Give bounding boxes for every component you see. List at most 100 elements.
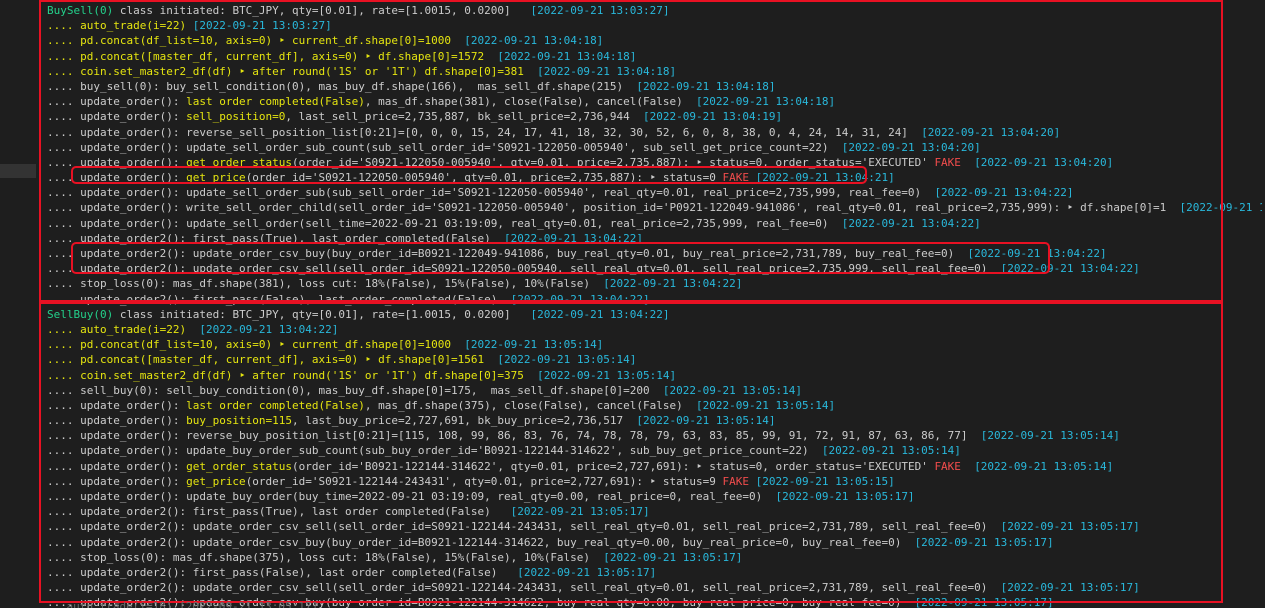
log-text: (order_id='B0921-122144-314622', qty=0.0…	[292, 459, 935, 473]
log-timestamp: [2022-09-21 13:04:22]	[199, 322, 339, 336]
log-line: .... update_order(): last order complete…	[47, 398, 1262, 413]
log-text: .... pd.concat(df_list=10, axis=0) ‣ cur…	[47, 338, 465, 352]
log-timestamp: [2022-09-21 13:04:22]	[1179, 201, 1262, 215]
log-text: .... update_order(): reverse_buy_positio…	[47, 429, 981, 443]
log-line: BuySell(0) class initiated: BTC_JPY, qty…	[47, 3, 1262, 18]
log-line: .... coin.set_master2_df(df) ‣ after rou…	[47, 64, 1262, 79]
log-timestamp: [2022-09-21 13:04:22]	[1000, 262, 1140, 276]
log-line: .... stop_loss(0): mas_df.shape(381), lo…	[47, 276, 1262, 291]
log-line: .... update_order(): write_sell_order_ch…	[47, 200, 1262, 215]
log-text: .... update_order():	[47, 95, 187, 109]
log-line: .... pd.concat(df_list=10, axis=0) ‣ cur…	[47, 337, 1262, 352]
log-timestamp: [2022-09-21 13:04:22]	[967, 247, 1107, 260]
log-timestamp: [2022-09-21 13:05:17]	[1000, 581, 1140, 595]
log-timestamp: [2022-09-21 13:04:22]	[603, 277, 743, 291]
log-text: BuySell(0)	[47, 4, 114, 17]
log-line: .... update_order(): update_sell_order_s…	[47, 140, 1262, 155]
log-text: , mas_df.shape(375), close(False), cance…	[364, 398, 697, 412]
log-line: .... update_order2(): update_order_csv_s…	[47, 580, 1262, 595]
log-timestamp: [2022-09-21 13:04:18]	[464, 34, 604, 48]
log-timestamp: [2022-09-21 13:04:18]	[696, 95, 836, 109]
log-timestamp: [2022-09-21 13:04:19]	[643, 110, 783, 124]
log-text: .... update_order2(): update_order_csv_s…	[47, 262, 1001, 276]
log-text: class initiated: BTC_JPY, qty=[0.01], ra…	[113, 4, 531, 17]
log-text: , mas_df.shape(381), close(False), cance…	[364, 95, 697, 109]
log-text: .... update_order():	[47, 398, 187, 412]
log-timestamp: [2022-09-21 13:04:21]	[755, 171, 895, 185]
log-text: .... pd.concat([master_df, current_df], …	[47, 353, 498, 367]
log-text: class initiated: BTC_JPY, qty=[0.01], ra…	[113, 307, 531, 321]
log-timestamp: [2022-09-21 13:04:22]	[510, 292, 650, 306]
log-text: (order_id='S0921-122144-243431', qty=0.0…	[245, 474, 723, 488]
log-line: .... pd.concat([master_df, current_df], …	[47, 352, 1262, 367]
log-line: .... update_order(): get_price(order_id=…	[47, 170, 1262, 185]
log-text: .... update_order2(): update_order_csv_s…	[47, 520, 1001, 534]
log-timestamp: [2022-09-21 13:04:20]	[921, 125, 1061, 139]
log-text: .... update_order2(): update_order_csv_b…	[47, 247, 968, 260]
log-line: .... pd.concat([master_df, current_df], …	[47, 49, 1262, 64]
log-timestamp: [2022-09-21 13:04:22]	[503, 231, 644, 245]
log-line: .... update_order(): last order complete…	[47, 94, 1262, 109]
log-text: .... update_order():	[47, 474, 187, 488]
log-timestamp: [2022-09-21 13:05:14]	[497, 353, 637, 367]
log-line: .... update_order(): reverse_buy_positio…	[47, 428, 1262, 443]
log-line: .... update_order(): update_sell_order_s…	[47, 185, 1262, 200]
log-timestamp: [2022-09-21 13:04:20]	[974, 155, 1114, 169]
log-line: .... buy_sell(0): buy_sell_condition(0),…	[47, 79, 1262, 94]
log-text: sell_position=0	[186, 110, 286, 124]
log-text: .... auto_trade(i=22)	[47, 19, 193, 33]
terminal-output[interactable]: BuySell(0) class initiated: BTC_JPY, qty…	[47, 3, 1262, 608]
log-text: .... update_order2(): first_pass(True), …	[47, 231, 504, 245]
log-text: .... buy_sell(0): buy_sell_condition(0),…	[47, 79, 637, 93]
log-timestamp: [2022-09-21 13:05:14]	[980, 429, 1120, 443]
log-timestamp: [2022-09-21 13:03:27]	[192, 19, 332, 33]
log-text: .... stop_loss(0): mas_df.shape(375), lo…	[47, 550, 604, 564]
log-timestamp: [2022-09-21 13:05:17]	[510, 505, 650, 519]
log-timestamp: [2022-09-21 13:05:17]	[914, 535, 1054, 549]
log-text: get_order_status	[186, 459, 293, 473]
log-timestamp: [2022-09-21 13:05:14]	[974, 459, 1114, 473]
log-line: .... auto_trade(i=22) [2022-09-21 13:03:…	[47, 18, 1262, 33]
log-text: get_price	[186, 474, 246, 488]
log-timestamp: [2022-09-21 13:03:27]	[530, 4, 670, 17]
log-text: .... update_order2(): first_pass(False),…	[47, 565, 518, 579]
log-line: .... stop_loss(0): mas_df.shape(375), lo…	[47, 550, 1262, 565]
log-timestamp: [2022-09-21 13:05:14]	[662, 383, 802, 397]
log-timestamp: [2022-09-21 13:05:17]	[914, 596, 1054, 608]
log-line: SellBuy(0) class initiated: BTC_JPY, qty…	[47, 307, 1262, 322]
log-timestamp: [2022-09-21 13:05:14]	[464, 338, 604, 352]
log-timestamp: [2022-09-21 13:05:14]	[537, 368, 677, 382]
log-text: last order completed(False)	[186, 398, 365, 412]
log-text: .... update_order2(): update_order_csv_s…	[47, 581, 1001, 595]
log-timestamp: [2022-09-21 13:04:18]	[537, 64, 677, 78]
log-line: .... update_order(): get_order_status(or…	[47, 459, 1262, 474]
log-text: .... update_order():	[47, 171, 187, 185]
log-line: .... update_order2(): update_order_csv_s…	[47, 261, 1262, 276]
log-timestamp: [2022-09-21 13:05:15]	[755, 474, 895, 488]
log-text: .... update_order(): reverse_sell_positi…	[47, 125, 922, 139]
log-text: .... update_order():	[47, 110, 187, 124]
log-text: .... update_order(): update_sell_order(s…	[47, 216, 842, 230]
log-line: .... coin.set_master2_df(df) ‣ after rou…	[47, 368, 1262, 383]
log-text: .... auto_trade(i=22)	[47, 322, 200, 336]
log-line: .... update_order2(): first_pass(True), …	[47, 504, 1262, 519]
log-text: .... update_order2(): first_pass(False),…	[47, 292, 511, 306]
log-timestamp: [2022-09-21 13:04:20]	[841, 140, 981, 154]
fake-flag: FAKE	[934, 459, 961, 473]
log-text: buy_position=115	[186, 414, 293, 428]
log-line: .... update_order2(): first_pass(True), …	[47, 231, 1262, 246]
log-text: .... update_order2(): first_pass(True), …	[47, 505, 511, 519]
fake-flag: FAKE	[934, 155, 961, 169]
log-line: .... sell_buy(0): sell_buy_condition(0),…	[47, 383, 1262, 398]
log-text: .... update_order2(): update_order_csv_b…	[47, 535, 915, 549]
log-text: SellBuy(0)	[47, 307, 114, 321]
log-line: .... update_order(): update_buy_order(bu…	[47, 489, 1262, 504]
fake-flag: FAKE	[722, 171, 750, 185]
log-text: get order status	[186, 155, 293, 169]
log-text: .... pd.concat([master_df, current_df], …	[47, 49, 498, 63]
log-text: (order_id='S0921-122050-005940', qty=0.0…	[245, 171, 723, 185]
log-text: , last_buy_price=2,727,691, bk_buy_price…	[292, 414, 637, 428]
